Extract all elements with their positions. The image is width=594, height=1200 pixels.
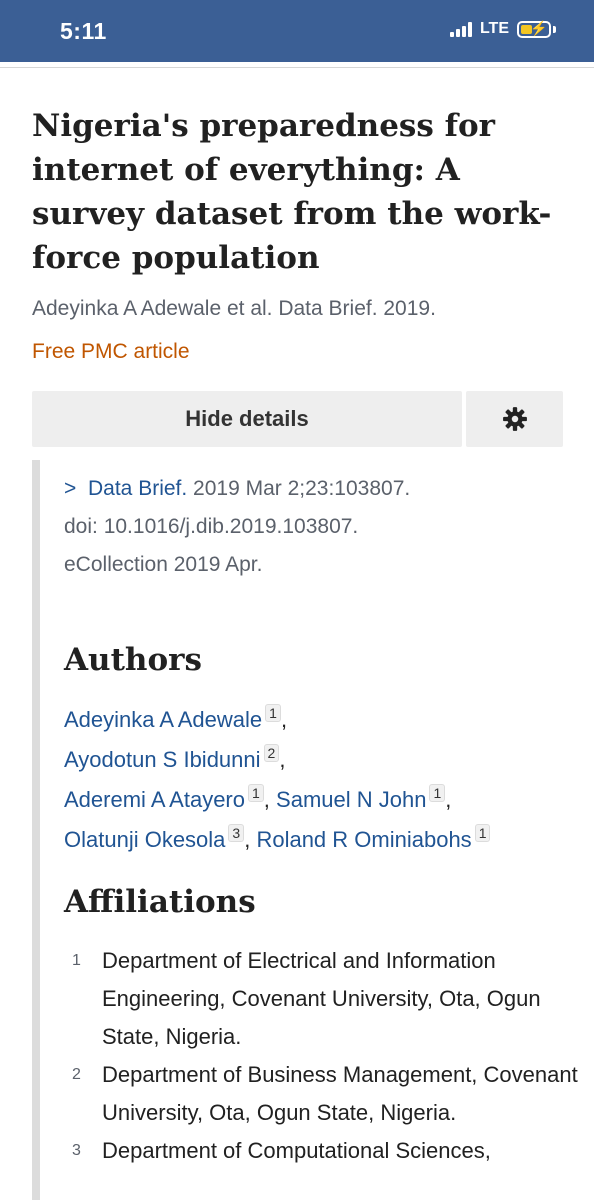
ecollection-text: eCollection 2019 Apr. (64, 553, 263, 576)
status-bar: 5:11 LTE ⚡ (0, 0, 594, 62)
affiliation-number: 1 (72, 952, 81, 969)
affiliation-marker[interactable]: 1 (429, 784, 446, 802)
author-link[interactable]: Aderemi A Atayero (64, 787, 245, 812)
settings-button[interactable] (466, 391, 563, 447)
affiliation-text: Department of Business Management, Coven… (102, 1062, 578, 1125)
network-label: LTE (479, 20, 509, 37)
list-item: 1 Department of Electrical and Informati… (64, 942, 584, 1056)
short-citation: Adeyinka A Adewale et al. Data Brief. 20… (32, 297, 436, 320)
details-panel-rule (32, 460, 40, 1200)
affiliation-number: 3 (72, 1142, 81, 1159)
affiliation-marker[interactable]: 1 (248, 784, 264, 802)
author-link[interactable]: Roland R Ominiabohs (256, 827, 471, 852)
authors-heading: Authors (64, 642, 202, 678)
affiliation-marker[interactable]: 1 (265, 704, 281, 722)
list-item: 3 Department of Computational Sciences, (64, 1132, 584, 1170)
affiliation-marker[interactable]: 1 (474, 824, 491, 842)
header-divider (0, 67, 594, 68)
affiliation-marker[interactable]: 2 (263, 744, 280, 762)
authors-list: Adeyinka A Adewale 1, Ayodotun S Ibidunni… (64, 700, 574, 860)
chevron-right-icon: > (64, 477, 77, 500)
affiliations-list: 1 Department of Electrical and Informati… (64, 942, 584, 1170)
affiliations-heading: Affiliations (64, 884, 256, 920)
signal-icon (449, 21, 472, 37)
affiliation-text: Department of Computational Sciences, (102, 1138, 491, 1163)
journal-link[interactable]: Data Brief. (88, 477, 187, 500)
author-link[interactable]: Samuel N John (276, 787, 426, 812)
article-title: Nigeria's preparedness for internet of e… (32, 108, 552, 276)
affiliation-marker[interactable]: 3 (228, 824, 245, 842)
status-time: 5:11 (60, 18, 107, 44)
free-pmc-link[interactable]: Free PMC article (32, 340, 190, 364)
list-item: 2 Department of Business Management, Cov… (64, 1056, 584, 1132)
status-indicators: LTE ⚡ (449, 20, 556, 38)
author-link[interactable]: Olatunji Okesola (64, 827, 225, 852)
gear-icon (502, 407, 527, 431)
affiliation-number: 2 (72, 1066, 81, 1083)
author-link[interactable]: Adeyinka A Adewale (64, 707, 262, 732)
journal-date: 2019 Mar 2;23:103807. (187, 477, 411, 500)
battery-icon: ⚡ (517, 20, 551, 38)
hide-details-button[interactable]: Hide details (32, 391, 462, 447)
author-link[interactable]: Ayodotun S Ibidunni (64, 747, 261, 772)
doi-text: doi: 10.1016/j.dib.2019.103807. (64, 515, 359, 538)
affiliation-text: Department of Electrical and Information… (102, 948, 541, 1049)
journal-details: > Data Brief. 2019 Mar 2;23:103807. doi: … (64, 470, 574, 584)
